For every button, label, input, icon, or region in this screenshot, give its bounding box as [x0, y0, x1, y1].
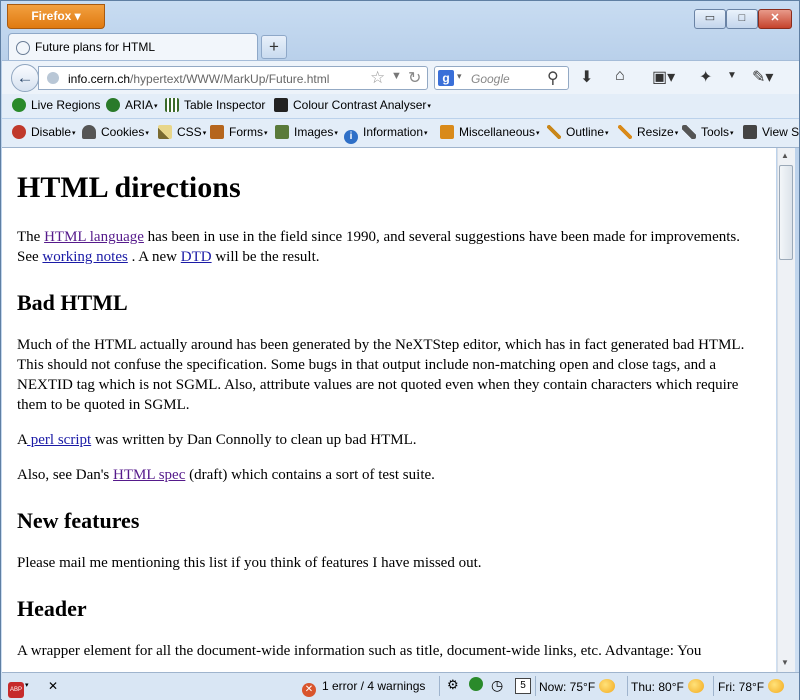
html-language-link[interactable]: HTML language	[44, 229, 144, 245]
eyedropper-icon[interactable]: ✎▾	[752, 67, 773, 87]
tools-icon	[682, 125, 696, 139]
calendar-icon[interactable]: 5	[515, 677, 531, 694]
clock-icon[interactable]: ◷	[491, 677, 503, 694]
resize-icon	[618, 125, 632, 139]
search-placeholder[interactable]: Google	[471, 72, 510, 86]
adblock-icon[interactable]: ABP▾	[8, 677, 29, 698]
reload-icon[interactable]: ↻	[408, 68, 421, 88]
outline-pencil-icon	[547, 125, 561, 139]
bookmark-star-icon[interactable]: ☆	[370, 68, 385, 88]
page-content: HTML directions The HTML language has be…	[2, 148, 776, 672]
site-identity-icon[interactable]	[47, 72, 59, 84]
working-notes-link[interactable]: working notes	[42, 249, 127, 265]
new-features-paragraph: Please mail me mentioning this list if y…	[17, 555, 482, 571]
bookmark-aria[interactable]: ARIA▾	[106, 98, 158, 112]
wd-view-source[interactable]: View S	[743, 125, 799, 139]
wd-cookies[interactable]: Cookies▾	[82, 125, 149, 139]
wd-images[interactable]: Images▾	[275, 125, 338, 139]
header-paragraph: A wrapper element for all the document-w…	[17, 643, 702, 659]
miscellaneous-icon	[440, 125, 454, 139]
html-spec-paragraph: Also, see Dan's HTML spec (draft) which …	[17, 467, 435, 483]
wd-outline[interactable]: Outline▾	[547, 125, 609, 139]
dtd-link[interactable]: DTD	[181, 249, 212, 265]
search-icon[interactable]: ⚲	[547, 68, 559, 88]
tab-title: Future plans for HTML	[35, 40, 156, 54]
tab-future-plans[interactable]: Future plans for HTML	[8, 33, 258, 61]
maximize-button[interactable]: □	[726, 9, 758, 29]
google-engine-icon[interactable]: g	[438, 70, 454, 86]
status-bar: ABP▾ ✕ ✕ 1 error / 4 warnings ⚙ ◷ 5 Now: …	[2, 672, 799, 700]
wd-css[interactable]: CSS▾	[158, 125, 206, 139]
scrollbar-thumb[interactable]	[779, 165, 793, 260]
url-text[interactable]: info.cern.ch/hypertext/WWW/MarkUp/Future…	[68, 72, 329, 86]
perl-script-link[interactable]: perl script	[27, 432, 91, 448]
bookmarks-toolbar: Live Regions ARIA▾ Table Inspector Colou…	[2, 94, 799, 118]
weather-sun-icon	[599, 679, 616, 693]
weather-thu[interactable]: Thu: 80°F	[631, 679, 704, 694]
green-status-icon[interactable]	[469, 677, 483, 691]
browser-window: Firefox ▾ ▭ □ ✕ Future plans for HTML + …	[0, 0, 800, 700]
view-source-icon	[743, 125, 757, 139]
addon-gear-icon[interactable]: ⚙	[447, 677, 459, 693]
bookmark-live-regions[interactable]: Live Regions	[12, 98, 100, 112]
url-bar[interactable]: info.cern.ch/hypertext/WWW/MarkUp/Future…	[38, 66, 428, 90]
disable-icon	[12, 125, 26, 139]
scroll-up-icon[interactable]: ▲	[781, 151, 789, 160]
error-console-status[interactable]: ✕ 1 error / 4 warnings	[302, 679, 425, 697]
weather-fri[interactable]: Fri: 78°F	[718, 679, 785, 694]
wd-tools[interactable]: Tools▾	[682, 125, 734, 139]
close-window-button[interactable]: ✕	[758, 9, 792, 29]
search-bar[interactable]: g ▾ Google ⚲	[434, 66, 569, 90]
bookmarks-menu-icon[interactable]: ▣▾	[652, 67, 675, 87]
heading-header: Header	[17, 596, 87, 621]
download-icon[interactable]: ⬇	[580, 67, 593, 87]
information-icon: i	[344, 130, 358, 144]
tab-favicon-icon	[16, 41, 30, 55]
inspector-icon[interactable]: ✦	[699, 67, 712, 87]
contrast-icon	[274, 98, 288, 112]
minimize-button[interactable]: ▭	[694, 9, 726, 29]
heading-new-features: New features	[17, 508, 140, 533]
bookmark-table-inspector[interactable]: Table Inspector	[165, 98, 265, 112]
new-tab-button[interactable]: +	[261, 35, 287, 59]
wd-information[interactable]: i Information▾	[344, 125, 428, 144]
heading-bad-html: Bad HTML	[17, 290, 128, 315]
url-history-dropdown-icon[interactable]: ▼	[391, 70, 402, 82]
wd-forms[interactable]: Forms▾	[210, 125, 268, 139]
weather-now[interactable]: Now: 75°F	[539, 679, 616, 694]
web-developer-toolbar: Disable▾ Cookies▾ CSS▾ Forms▾ Images▾ iI…	[2, 119, 799, 148]
firefox-menu-button[interactable]: Firefox ▾	[7, 4, 105, 29]
bad-html-paragraph: Much of the HTML actually around has bee…	[17, 337, 745, 413]
error-icon: ✕	[302, 683, 316, 697]
forms-icon	[210, 125, 224, 139]
engine-dropdown-icon[interactable]: ▾	[457, 71, 462, 82]
css-wand-icon	[158, 125, 172, 139]
home-icon[interactable]: ⌂	[615, 67, 625, 85]
scroll-down-icon[interactable]: ▼	[781, 658, 789, 667]
inspector-dropdown-icon[interactable]: ▼	[727, 70, 737, 81]
bookmark-colour-contrast[interactable]: Colour Contrast Analyser▾	[274, 98, 431, 112]
html-spec-link[interactable]: HTML spec	[113, 467, 185, 483]
wd-disable[interactable]: Disable▾	[12, 125, 76, 139]
table-icon	[165, 98, 179, 112]
navigation-toolbar: info.cern.ch/hypertext/WWW/MarkUp/Future…	[2, 60, 799, 95]
accessibility-icon	[106, 98, 120, 112]
wd-resize[interactable]: Resize▾	[618, 125, 678, 139]
cookies-icon	[82, 125, 96, 139]
intro-paragraph: The HTML language has been in use in the…	[17, 229, 741, 265]
weather-sun-icon	[768, 679, 785, 693]
images-icon	[275, 125, 289, 139]
vertical-scrollbar[interactable]: ▲ ▼	[777, 148, 795, 672]
wd-miscellaneous[interactable]: Miscellaneous▾	[440, 125, 540, 139]
perl-script-paragraph: A perl script was written by Dan Connoll…	[17, 432, 417, 448]
weather-sun-icon	[687, 679, 704, 693]
back-button[interactable]: ←	[11, 64, 39, 92]
page-title: HTML directions	[17, 171, 241, 204]
close-addon-bar-icon[interactable]: ✕	[48, 679, 58, 693]
live-regions-icon	[12, 98, 26, 112]
